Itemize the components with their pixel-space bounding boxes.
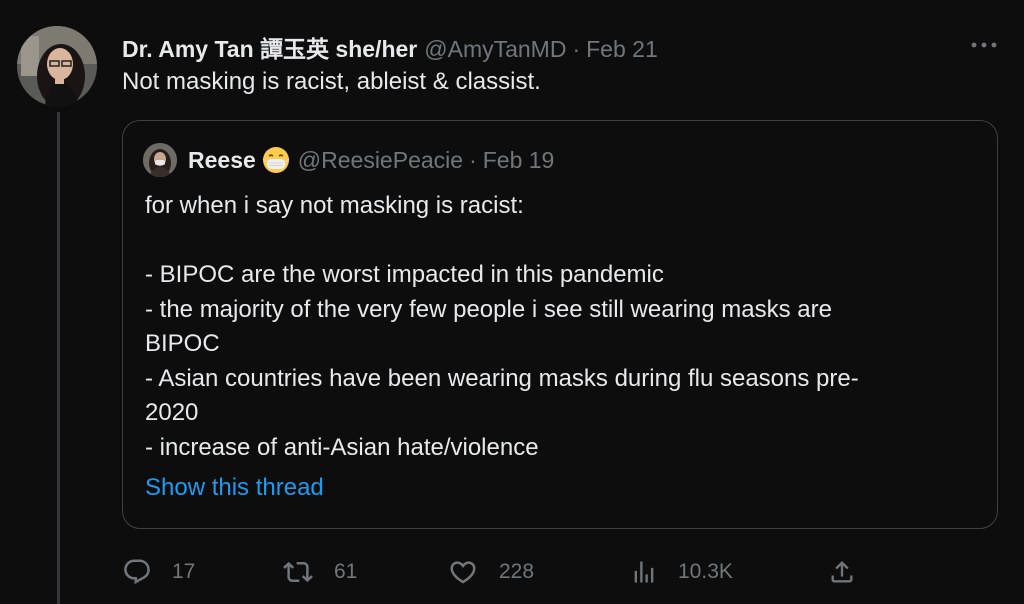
tweet-header: Dr. Amy Tan 譚玉英 she/her @AmyTanMD · Feb … xyxy=(122,30,658,63)
reply-count: 17 xyxy=(172,560,196,583)
tweet-date[interactable]: Feb 21 xyxy=(586,36,658,63)
quoted-author-name[interactable]: Reese xyxy=(188,147,256,174)
quoted-header-separator: · xyxy=(469,146,477,173)
author-name[interactable]: Dr. Amy Tan 譚玉英 she/her xyxy=(122,30,417,64)
quoted-author-avatar[interactable] xyxy=(143,143,177,177)
quoted-line: 2020 xyxy=(145,399,199,426)
quoted-line-blank xyxy=(145,224,975,259)
header-separator: · xyxy=(572,36,581,62)
views-icon xyxy=(630,557,658,587)
show-thread-link[interactable]: Show this thread xyxy=(145,474,324,502)
action-bar: 17 61 228 10.3K xyxy=(122,552,882,592)
reply-button[interactable]: 17 xyxy=(122,552,195,592)
thread-line xyxy=(57,112,60,604)
quoted-line: for when i say not masking is racist: xyxy=(145,192,524,219)
heart-icon xyxy=(447,557,479,587)
reply-icon xyxy=(122,557,152,587)
quoted-line: - the majority of the very few people i … xyxy=(145,295,832,323)
mask-face-emoji-icon xyxy=(262,146,290,174)
views-button[interactable]: 10.3K xyxy=(630,552,733,592)
views-count: 10.3K xyxy=(678,560,733,583)
quoted-line: - increase of anti-Asian hate/violence xyxy=(145,433,539,461)
quoted-header: Reese @ReesiePeacie · Feb 19 xyxy=(188,145,554,175)
like-button[interactable]: 228 xyxy=(447,552,534,592)
author-handle[interactable]: @AmyTanMD xyxy=(424,36,566,63)
quoted-tweet-date[interactable]: Feb 19 xyxy=(483,147,555,174)
retweet-button[interactable]: 61 xyxy=(282,552,357,592)
retweet-icon xyxy=(282,557,314,587)
more-dots-icon[interactable] xyxy=(964,30,1004,60)
quoted-tweet-text: for when i say not masking is racist: - … xyxy=(145,189,975,465)
quoted-tweet[interactable]: Reese @ReesiePeacie · Feb 19 for when i … xyxy=(122,120,998,529)
retweet-count: 61 xyxy=(334,560,358,583)
quoted-line: BIPOC xyxy=(145,330,220,357)
quoted-author-handle[interactable]: @ReesiePeacie xyxy=(298,147,463,174)
like-count: 228 xyxy=(499,560,535,583)
quoted-line: - Asian countries have been wearing mask… xyxy=(145,364,859,392)
author-avatar[interactable] xyxy=(17,26,97,106)
tweet-text: Not masking is racist, ableist & classis… xyxy=(122,68,541,95)
share-button[interactable] xyxy=(828,552,856,592)
tweet[interactable]: Dr. Amy Tan 譚玉英 she/her @AmyTanMD · Feb … xyxy=(0,0,1024,604)
quoted-line: - BIPOC are the worst impacted in this p… xyxy=(145,261,664,288)
share-icon xyxy=(828,557,856,587)
